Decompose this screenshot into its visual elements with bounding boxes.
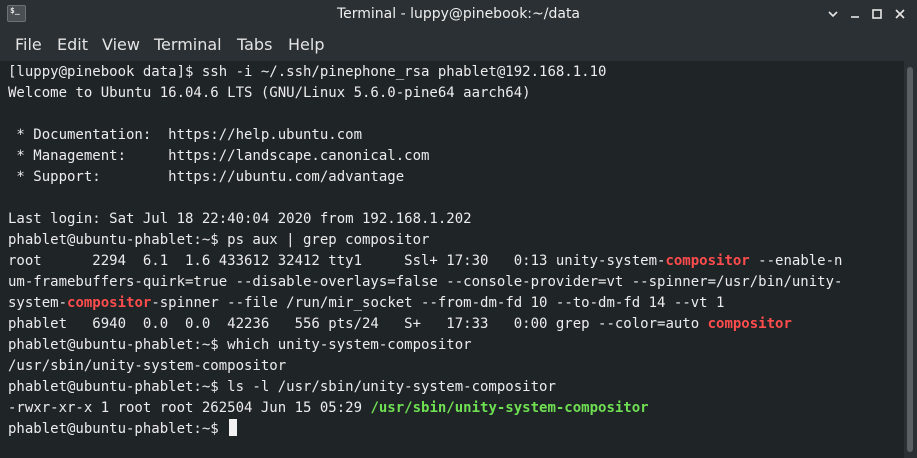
minimize-icon [851,16,859,18]
menu-terminal[interactable]: Terminal [154,28,222,61]
title-bar[interactable]: $_ Terminal - luppy@pinebook:~/data [0,0,917,28]
terminal-text: * Documentation: https://help.ubuntu.com [8,127,363,143]
window-title: Terminal - luppy@pinebook:~/data [336,6,581,22]
maximize-button[interactable] [868,5,886,23]
close-icon [895,9,905,19]
terminal-line: -rwxr-xr-x 1 root root 262504 Jun 15 05:… [8,398,842,419]
terminal-window: $_ Terminal - luppy@pinebook:~/data File… [0,0,917,458]
menu-edit[interactable]: Edit [57,28,88,61]
terminal-text: --enable-n [749,253,843,269]
terminal-text: * Management: https://landscape.canonica… [8,148,430,164]
terminal-text: phablet 6940 0.0 0.0 42236 556 pts/24 S+… [8,316,708,332]
terminal-line: Welcome to Ubuntu 16.04.6 LTS (GNU/Linux… [8,83,842,104]
terminal-line: phablet 6940 0.0 0.0 42236 556 pts/24 S+… [8,314,842,335]
terminal-text: Last login: Sat Jul 18 22:40:04 2020 fro… [8,211,472,227]
minimize-button[interactable] [824,5,842,23]
terminal-text: phablet@ubuntu-phablet:~$ ps aux | grep … [8,232,430,248]
terminal-text: /usr/sbin/unity-system-compositor [8,358,287,374]
terminal-lines: [luppy@pinebook data]$ ssh -i ~/.ssh/pin… [8,62,842,440]
terminal-output[interactable]: [luppy@pinebook data]$ ssh -i ~/.ssh/pin… [0,61,904,458]
grep-match-text: compositor [67,295,152,311]
hide-button[interactable] [846,5,864,23]
menu-help[interactable]: Help [288,28,324,61]
grep-match-text: compositor [665,253,750,269]
terminal-line: um-framebuffers-quirk=true --disable-ove… [8,272,842,293]
terminal-line: phablet@ubuntu-phablet:~$ ls -l /usr/sbi… [8,377,842,398]
terminal-text: [luppy@pinebook data]$ ssh -i ~/.ssh/pin… [8,64,607,80]
terminal-line: * Management: https://landscape.canonica… [8,146,842,167]
terminal-text: * Support: https://ubuntu.com/advantage [8,169,405,185]
executable-path-text: /usr/sbin/unity-system-compositor [370,400,649,416]
terminal-text: um-framebuffers-quirk=true --disable-ove… [8,274,843,290]
terminal-text: phablet@ubuntu-phablet:~$ which unity-sy… [8,337,472,353]
terminal-line: root 2294 6.1 1.6 433612 32412 tty1 Ssl+… [8,251,842,272]
vertical-scrollbar[interactable] [904,61,917,458]
terminal-line: * Documentation: https://help.ubuntu.com [8,125,842,146]
terminal-line: phablet@ubuntu-phablet:~$ ps aux | grep … [8,230,842,251]
terminal-text: phablet@ubuntu-phablet:~$ ls -l /usr/sbi… [8,379,556,395]
terminal-line: system-compositor-spinner --file /run/mi… [8,293,842,314]
maximize-icon [872,9,882,19]
menu-view[interactable]: View [102,28,140,61]
terminal-text: -rwxr-xr-x 1 root root 262504 Jun 15 05:… [8,400,371,416]
close-button[interactable] [891,5,909,23]
grep-match-text: compositor [707,316,792,332]
menu-file[interactable]: File [15,28,42,61]
terminal-text: Welcome to Ubuntu 16.04.6 LTS (GNU/Linux… [8,85,531,101]
terminal-line: phablet@ubuntu-phablet:~$ [8,419,842,440]
terminal-line: * Support: https://ubuntu.com/advantage [8,167,842,188]
terminal-line: phablet@ubuntu-phablet:~$ which unity-sy… [8,335,842,356]
terminal-line: Last login: Sat Jul 18 22:40:04 2020 fro… [8,209,842,230]
chevron-down-icon [828,11,838,18]
text-cursor [229,419,238,436]
terminal-line: /usr/sbin/unity-system-compositor [8,356,842,377]
terminal-line: [luppy@pinebook data]$ ssh -i ~/.ssh/pin… [8,62,842,83]
terminal-text: system- [8,295,68,311]
menu-bar: File Edit View Terminal Tabs Help [0,28,917,62]
terminal-text: -spinner --file /run/mir_socket --from-d… [151,295,725,311]
terminal-text: root 2294 6.1 1.6 433612 32412 tty1 Ssl+… [8,253,666,269]
scrollbar-thumb[interactable] [907,67,913,452]
menu-tabs[interactable]: Tabs [237,28,272,61]
terminal-text: phablet@ubuntu-phablet:~$ [8,421,228,437]
